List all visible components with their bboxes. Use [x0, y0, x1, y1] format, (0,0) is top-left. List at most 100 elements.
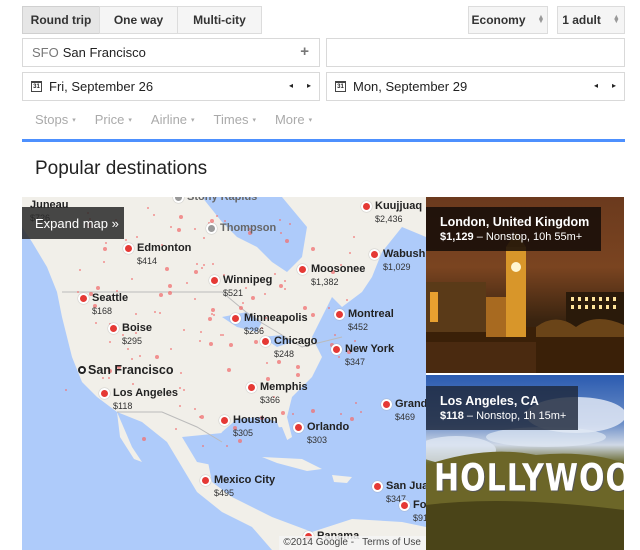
hollywood-sign-text: HOLLYWOOD	[434, 456, 624, 501]
round-trip-button[interactable]: Round trip	[22, 6, 100, 34]
map-city-montreal[interactable]: Montreal $452	[334, 308, 394, 332]
minor-airport-dot	[185, 281, 188, 284]
minor-airport-dot	[291, 413, 294, 415]
map-city-fort-de-france[interactable]: Fo $91	[399, 499, 426, 523]
section-divider	[22, 139, 625, 142]
city-price: $366	[260, 395, 281, 405]
map-city-stony-rapids[interactable]: Stony Rapids	[173, 197, 257, 203]
map-city-seattle[interactable]: Seattle $168	[78, 292, 128, 316]
caret-down-icon: ▾	[252, 117, 256, 124]
map-city-thompson[interactable]: Thompson	[206, 222, 277, 234]
caret-down-icon: ▾	[191, 117, 195, 124]
minor-airport-dot	[79, 268, 82, 271]
city-name: Edmonton	[137, 242, 192, 254]
passengers-select[interactable]: 1 adult ▲ ▼	[557, 6, 625, 34]
destination-name: London, United Kingdom	[440, 215, 590, 229]
map-city-kuujjuaq[interactable]: Kuujjuaq $2,436	[361, 200, 422, 224]
next-day-icon[interactable]: ▸	[307, 81, 311, 90]
airport-marker-icon	[206, 223, 217, 234]
depart-date-field[interactable]: 31 Fri, September 26 ◂ ▸	[22, 72, 320, 101]
city-name: Houston	[233, 414, 278, 426]
flight-details: – Nonstop, 10h 55m+	[473, 231, 583, 243]
minor-airport-dot	[238, 305, 243, 310]
origin-city: San Francisco	[62, 45, 146, 60]
map-city-memphis[interactable]: Memphis $366	[246, 381, 308, 405]
map-city-moosonee[interactable]: Moosonee $1,382	[297, 263, 366, 287]
expand-map-button[interactable]: Expand map »	[22, 207, 124, 239]
city-name: Thompson	[220, 222, 277, 234]
city-price: $305	[233, 428, 254, 438]
minor-airport-dot	[169, 347, 172, 350]
map-city-chicago[interactable]: Chicago $248	[260, 335, 317, 359]
minor-airport-dot	[221, 333, 224, 336]
multi-city-button[interactable]: Multi-city	[177, 6, 262, 34]
map-city-minneapolis[interactable]: Minneapolis $286	[230, 312, 308, 336]
minor-airport-dot	[200, 414, 205, 419]
minor-airport-dot	[102, 246, 107, 251]
city-name: Fo	[413, 499, 426, 511]
origin-field[interactable]: SFO San Francisco +	[22, 38, 320, 67]
airport-marker-icon	[123, 243, 134, 254]
map-city-winnipeg[interactable]: Winnipeg $521	[209, 274, 272, 298]
one-way-button[interactable]: One way	[99, 6, 178, 34]
city-price: $1,382	[311, 277, 339, 287]
minor-airport-dot	[179, 214, 183, 219]
city-price: $295	[122, 336, 143, 346]
add-origin-icon[interactable]: +	[300, 43, 309, 60]
airport-marker-icon	[293, 422, 304, 433]
filter-stops[interactable]: Stops ▾	[35, 112, 76, 127]
city-name: Boise	[122, 322, 152, 334]
filter-times[interactable]: Times ▾	[214, 112, 256, 127]
map-city-grand[interactable]: Grand $469	[381, 398, 426, 422]
city-name: Orlando	[307, 421, 350, 433]
map-city-mexico-city[interactable]: Mexico City $495	[200, 474, 275, 498]
airport-marker-icon	[200, 475, 211, 486]
city-name: Los Angeles	[113, 387, 178, 399]
city-name: San Francisco	[88, 363, 174, 377]
destination-card-los-angeles[interactable]: HOLLYWOOD Los Angeles, CA $118 – Nonstop…	[426, 375, 624, 550]
city-name: Moosonee	[311, 263, 366, 275]
flight-details: – Nonstop, 1h 15m+	[463, 410, 567, 422]
map-city-orlando[interactable]: Orlando $303	[293, 421, 350, 445]
minor-airport-dot	[203, 263, 206, 266]
filter-airline[interactable]: Airline ▾	[151, 112, 195, 127]
airport-marker-icon	[334, 309, 345, 320]
destination-name: Los Angeles, CA	[440, 394, 539, 408]
airport-marker-icon	[99, 388, 110, 399]
airport-marker-icon	[209, 275, 220, 286]
minor-airport-dot	[338, 355, 341, 358]
destinations-map[interactable]: Juneau$726 Stony Rapids Thompson Kuujjua…	[22, 197, 426, 550]
city-name: Wabush	[383, 248, 426, 260]
destination-field[interactable]	[326, 38, 625, 67]
minor-airport-dot	[182, 389, 185, 392]
city-price: $2,436	[375, 214, 403, 224]
city-price: $91	[413, 513, 426, 523]
filter-more[interactable]: More ▾	[275, 112, 312, 127]
destination-card-london[interactable]: London, United Kingdom $1,129 – Nonstop,…	[426, 197, 624, 373]
map-origin-city[interactable]: San Francisco	[78, 363, 174, 377]
city-price: $469	[395, 412, 416, 422]
map-city-boise[interactable]: Boise $295	[108, 322, 152, 346]
city-name: Memphis	[260, 381, 308, 393]
return-date-field[interactable]: 31 Mon, September 29 ◂ ▸	[326, 72, 625, 101]
airport-marker-icon	[260, 336, 271, 347]
map-city-los-angeles[interactable]: Los Angeles $118	[99, 387, 178, 411]
minor-airport-dot	[180, 371, 183, 374]
cabin-class-select[interactable]: Economy ▲ ▼	[468, 6, 548, 34]
city-price: $521	[223, 288, 244, 298]
minor-airport-dot	[228, 343, 233, 348]
previous-day-icon[interactable]: ◂	[289, 81, 293, 90]
next-day-icon[interactable]: ▸	[612, 81, 616, 90]
minor-airport-dot	[198, 339, 201, 342]
map-city-new-york[interactable]: New York $347	[331, 343, 394, 367]
filter-price[interactable]: Price ▾	[95, 112, 132, 127]
terms-of-use-link[interactable]: Terms of Use	[362, 537, 421, 548]
previous-day-icon[interactable]: ◂	[594, 81, 598, 90]
depart-date-value: Fri, September 26	[49, 79, 154, 94]
map-city-edmonton[interactable]: Edmonton $414	[123, 242, 192, 266]
map-city-wabush[interactable]: Wabush $1,029	[369, 248, 426, 272]
caret-down-icon: ▾	[72, 117, 76, 124]
map-city-houston[interactable]: Houston $305	[219, 414, 278, 438]
city-price: $452	[348, 322, 369, 332]
city-name: Minneapolis	[244, 312, 308, 324]
